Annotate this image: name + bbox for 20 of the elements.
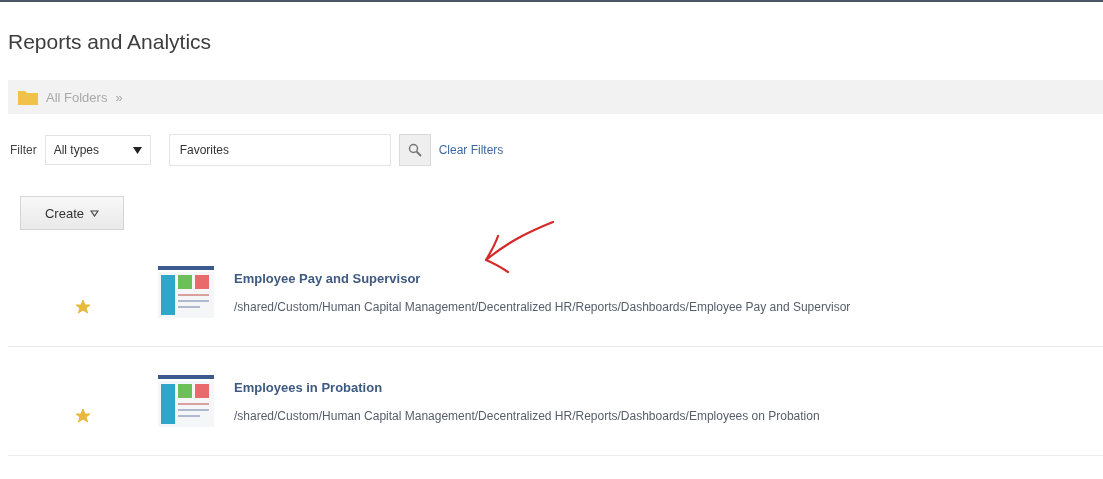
type-select[interactable]: All types <box>44 135 151 165</box>
breadcrumb-separator: » <box>115 89 123 105</box>
dashboard-icon <box>158 266 214 318</box>
report-title-link[interactable]: Employees in Probation <box>234 379 820 395</box>
star-icon[interactable] <box>76 409 90 423</box>
search-button[interactable] <box>398 134 431 166</box>
report-path: /shared/Custom/Human Capital Management/Decentralized HR/Reports/Dashboards/Employees on Probation <box>234 408 820 423</box>
search-icon <box>407 143 422 157</box>
dropdown-icon <box>132 146 142 154</box>
filter-label: Filter <box>10 143 37 157</box>
folder-icon <box>18 89 38 105</box>
report-title-link[interactable]: Employee Pay and Supervisor <box>234 270 851 286</box>
report-path: /shared/Custom/Human Capital Management/Decentralized HR/Reports/Dashboards/Employee Pay and Supervisor <box>234 299 851 314</box>
clear-filters-link[interactable]: Clear Filters <box>438 143 504 157</box>
star-icon[interactable] <box>76 300 90 314</box>
search-field[interactable]: Favorites <box>168 134 391 166</box>
caret-icon <box>90 209 99 217</box>
dashboard-icon <box>158 375 214 427</box>
create-button[interactable]: Create <box>20 196 124 230</box>
page-title: Reports and Analytics <box>8 30 213 55</box>
